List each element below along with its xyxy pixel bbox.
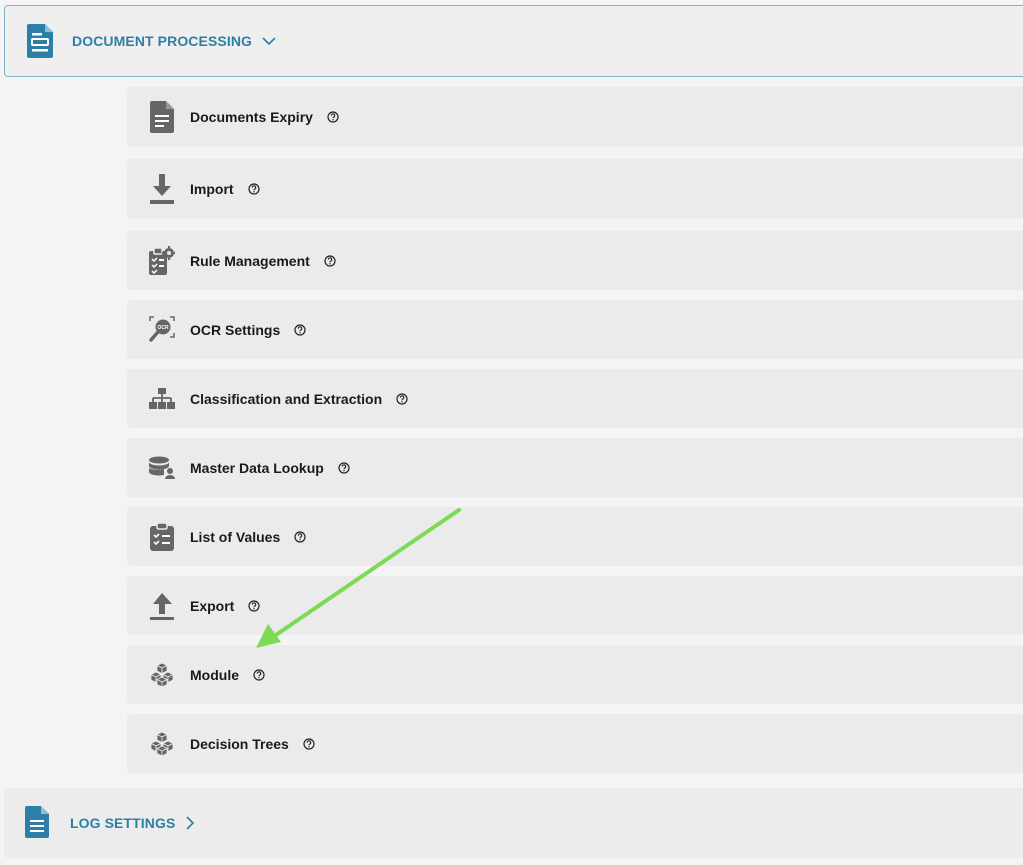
document-processing-icon bbox=[27, 24, 53, 58]
list-item-decision-trees[interactable]: Decision Trees bbox=[127, 714, 1023, 773]
log-document-icon bbox=[25, 806, 51, 840]
chevron-down-icon[interactable] bbox=[262, 36, 276, 46]
help-icon[interactable] bbox=[327, 111, 339, 123]
list-item-import[interactable]: Import bbox=[127, 159, 1023, 219]
cubes-icon bbox=[148, 728, 176, 760]
list-item-master-data-lookup[interactable]: Master Data Lookup bbox=[127, 438, 1023, 497]
list-item-export[interactable]: Export bbox=[127, 576, 1023, 635]
log-settings-title: LOG SETTINGS bbox=[70, 815, 176, 831]
document-processing-header[interactable]: DOCUMENT PROCESSING bbox=[4, 5, 1023, 77]
help-icon[interactable] bbox=[253, 668, 265, 681]
help-icon[interactable] bbox=[396, 392, 408, 405]
document-processing-title: DOCUMENT PROCESSING bbox=[72, 33, 253, 49]
help-icon[interactable] bbox=[248, 599, 260, 612]
list-item-module[interactable]: Module bbox=[127, 645, 1023, 704]
item-label: Documents Expiry bbox=[190, 109, 313, 125]
item-label: List of Values bbox=[190, 528, 281, 545]
item-label: Rule Management bbox=[190, 252, 310, 269]
chevron-right-icon[interactable] bbox=[185, 816, 195, 830]
svg-text:OCR: OCR bbox=[157, 325, 169, 331]
item-label: Import bbox=[190, 181, 234, 197]
download-icon bbox=[148, 173, 176, 205]
log-settings-header[interactable]: LOG SETTINGS bbox=[4, 788, 1023, 858]
help-icon[interactable] bbox=[324, 254, 336, 267]
checklist-icon bbox=[148, 521, 176, 553]
database-user-icon bbox=[148, 452, 176, 484]
item-label: Module bbox=[190, 666, 239, 683]
clipboard-gear-icon bbox=[148, 245, 176, 277]
upload-icon bbox=[148, 590, 176, 622]
help-icon[interactable] bbox=[294, 530, 306, 543]
list-item-rule-management[interactable]: Rule Management bbox=[127, 231, 1023, 290]
list-item-classification-and-extraction[interactable]: Classification and Extraction bbox=[127, 369, 1023, 428]
ocr-search-icon: OCR bbox=[148, 314, 176, 346]
help-icon[interactable] bbox=[247, 183, 260, 195]
list-item-list-of-values[interactable]: List of Values bbox=[127, 507, 1023, 566]
item-label: Classification and Extraction bbox=[190, 390, 383, 407]
item-label: OCR Settings bbox=[190, 321, 281, 338]
list-item-documents-expiry[interactable]: Documents Expiry bbox=[127, 87, 1023, 147]
cubes-icon bbox=[148, 659, 176, 691]
item-label: Master Data Lookup bbox=[190, 459, 324, 476]
help-icon[interactable] bbox=[303, 737, 315, 750]
item-label: Decision Trees bbox=[190, 735, 289, 752]
help-icon[interactable] bbox=[338, 461, 350, 474]
help-icon[interactable] bbox=[294, 323, 306, 336]
list-item-ocr-settings[interactable]: OCR OCR Settings bbox=[127, 300, 1023, 359]
hierarchy-icon bbox=[148, 383, 176, 415]
document-icon bbox=[148, 101, 176, 133]
item-label: Export bbox=[190, 597, 235, 614]
